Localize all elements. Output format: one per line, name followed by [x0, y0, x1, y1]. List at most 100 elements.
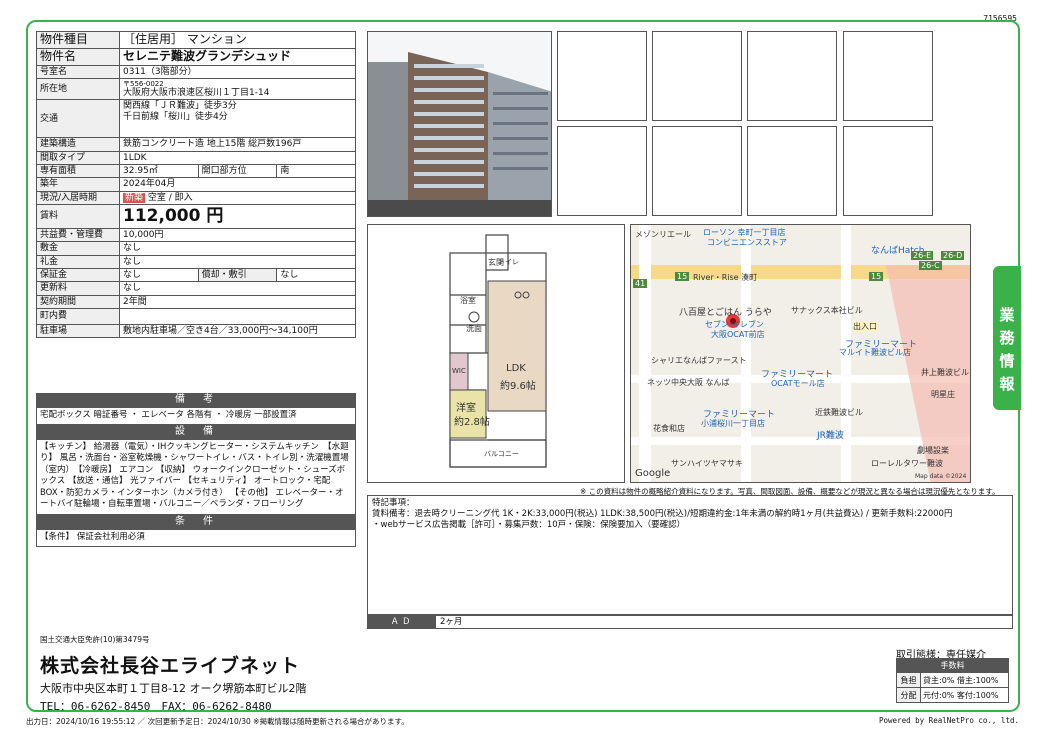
- label-contract: 契約期間: [36, 294, 120, 310]
- label-room: 号室名: [36, 64, 120, 79]
- map-label: 劇場設楽: [917, 446, 949, 455]
- value-layout: 1LDK: [119, 150, 356, 166]
- value-security: なし: [119, 268, 199, 283]
- label-layout: 間取タイプ: [36, 150, 120, 166]
- map-label: サナックス本社ビル: [791, 306, 863, 315]
- ad-label: ＡＤ: [368, 616, 436, 628]
- facilities-body: 【キッチン】 給湯器（電気）・IHクッキングヒーター・システムキッチン 【水廻り…: [36, 439, 356, 515]
- remarks-body: 宅配ボックス 暗証番号 ・ エレベータ 各階有 ・ 冷暖房 一部設置済: [36, 407, 356, 425]
- value-status: 空室 / 即入: [147, 192, 193, 203]
- label-amortization: 償却・敷引: [197, 268, 278, 283]
- fp-western-size: 約2.8帖: [454, 417, 490, 428]
- value-mgmt: 10,000円: [119, 228, 356, 243]
- fp-western: 洋室: [456, 403, 476, 414]
- location-map: ローソン 幸町一丁目店 コンビニエンスストア メゾンリエール なんばHatch …: [630, 224, 971, 483]
- tab-char: 業: [999, 306, 1015, 324]
- company-address: 大阪市中央区本町１丁目8-12 オーク堺筋本町ビル2階: [40, 682, 307, 695]
- fee-table: 手数料 負担 貸主:0% 借主:100% 分配 元付:0% 客付:100%: [896, 658, 1009, 703]
- route-badge: 26-C: [919, 261, 942, 270]
- value-transport-1: 関西線「ＪＲ難波」徒歩3分: [123, 101, 237, 112]
- map-label: マルイト難波ビル店: [839, 348, 911, 357]
- label-deposit: 敷金: [36, 241, 120, 256]
- map-label: JR難波: [817, 431, 844, 441]
- route-badge: 26-E: [911, 251, 934, 260]
- map-label: メゾンリエール: [635, 230, 691, 239]
- value-direction: 南: [276, 164, 356, 179]
- company-block: 国土交通大臣免許(10)第3479号 株式会社長谷エライブネット 大阪市中央区本…: [40, 634, 306, 714]
- map-label: 明星庄: [931, 390, 955, 399]
- label-renewal: 更新料: [36, 281, 120, 296]
- route-badge: 15: [869, 272, 884, 281]
- company-tel: TEL：06-6262-8450 FAX：06-6262-8480: [40, 700, 272, 713]
- fee-split-value: 元付:0% 客付:100%: [920, 687, 1009, 703]
- value-transport-2: 千日前線「桜川」徒歩4分: [123, 111, 228, 122]
- fp-toilet: トイレ: [498, 258, 519, 266]
- photo-slot: [843, 126, 933, 216]
- company-license: 国土交通大臣免許(10)第3479号: [40, 635, 150, 644]
- ad-row: ＡＤ 2ヶ月: [367, 615, 1013, 629]
- footer-powered-by: Powered by RealNetPro co., ltd.: [879, 716, 1019, 725]
- fp-bath: 浴室: [460, 296, 476, 305]
- special-notes-line1: 賃料備考：退去時クリーニング代 1K・2K:33,000円(税込) 1LDK:3…: [372, 509, 953, 520]
- map-label: サンハイツヤマサキ: [671, 459, 743, 468]
- value-deposit: なし: [119, 241, 356, 256]
- photo-slot: [557, 31, 647, 121]
- special-notes-line2: ・webサービス広告掲載［許可］・募集戸数：10戸・保険：保険要加入（要確認）: [372, 520, 686, 531]
- map-label: ローレルタワー難波: [871, 459, 943, 468]
- route-badge: 26-D: [941, 251, 965, 260]
- fp-ldk: LDK: [506, 363, 526, 374]
- label-address: 所在地: [36, 77, 120, 101]
- value-rent: 112,000 円: [119, 204, 356, 230]
- floor-plan: 玄関 浴室 洗面 トイレ WIC LDK 約9.6帖 洋室 約2.8帖 バルコニ…: [367, 224, 625, 483]
- route-badge: 41: [633, 279, 648, 288]
- label-status: 現況/入居時期: [36, 190, 120, 206]
- ad-value: 2ヶ月: [440, 617, 463, 627]
- business-info-tab[interactable]: 業 務 情 報: [993, 266, 1021, 410]
- special-notes: 特記事項： 賃料備考：退去時クリーニング代 1K・2K:33,000円(税込) …: [367, 495, 1013, 615]
- route-badge: 15: [675, 272, 690, 281]
- conditions-header: 条 件: [36, 515, 356, 529]
- label-security: 保証金: [36, 268, 120, 283]
- fee-header: 手数料: [896, 658, 1009, 673]
- map-label: 井上難波ビル: [921, 368, 969, 377]
- photo-slot: [747, 126, 837, 216]
- value-room: 0311（3階部分）: [119, 64, 356, 79]
- label-parking: 駐車場: [36, 324, 120, 339]
- photo-slot: [747, 31, 837, 121]
- map-label: ネッツ中央大阪 なんば: [647, 378, 730, 387]
- fp-wash: 洗面: [466, 324, 482, 333]
- value-amortization: なし: [276, 268, 356, 283]
- map-label: 花食和店: [653, 424, 685, 433]
- fee-burden-value: 貸主:0% 借主:100%: [920, 672, 1009, 688]
- fp-balcony: バルコニー: [484, 450, 519, 458]
- label-area: 専有面積: [36, 164, 120, 179]
- value-structure: 鉄筋コンクリート造 地上15階 総戸数196戸: [119, 137, 356, 152]
- photo-slot: [557, 126, 647, 216]
- conditions-body: 【条件】 保証会社利用必須: [36, 529, 356, 547]
- photo-slot: [652, 126, 742, 216]
- building-photo: [367, 31, 552, 217]
- map-google-logo: Google: [635, 468, 671, 479]
- label-town-fee: 町内費: [36, 308, 120, 326]
- value-type: ［住居用］ マンション: [119, 31, 356, 49]
- remarks-header: 備 考: [36, 393, 356, 407]
- label-structure: 建築構造: [36, 137, 120, 152]
- value-renewal: なし: [119, 281, 356, 296]
- label-name: 物件名: [36, 47, 120, 66]
- value-postal: 〒556-0022: [123, 79, 164, 88]
- map-label: 八百屋とごはん うらや: [679, 308, 772, 318]
- label-rent: 賃料: [36, 204, 120, 230]
- label-transport: 交通: [36, 99, 120, 139]
- value-town-fee: [119, 308, 356, 326]
- label-direction: 開口部方位: [197, 164, 278, 179]
- label-mgmt: 共益費・管理費: [36, 228, 120, 243]
- tab-char: 務: [999, 329, 1015, 347]
- photo-slot: [843, 31, 933, 121]
- photo-slot: [652, 31, 742, 121]
- fee-split-label: 分配: [896, 687, 921, 703]
- new-build-badge: 新築: [123, 192, 146, 203]
- value-parking: 敷地内駐車場／空き4台／33,000円～34,100円: [119, 324, 356, 339]
- map-label: River・Rise 湊町: [693, 273, 758, 282]
- facilities-header: 設 備: [36, 425, 356, 439]
- map-label: 小浦桜川一丁目店: [701, 419, 765, 428]
